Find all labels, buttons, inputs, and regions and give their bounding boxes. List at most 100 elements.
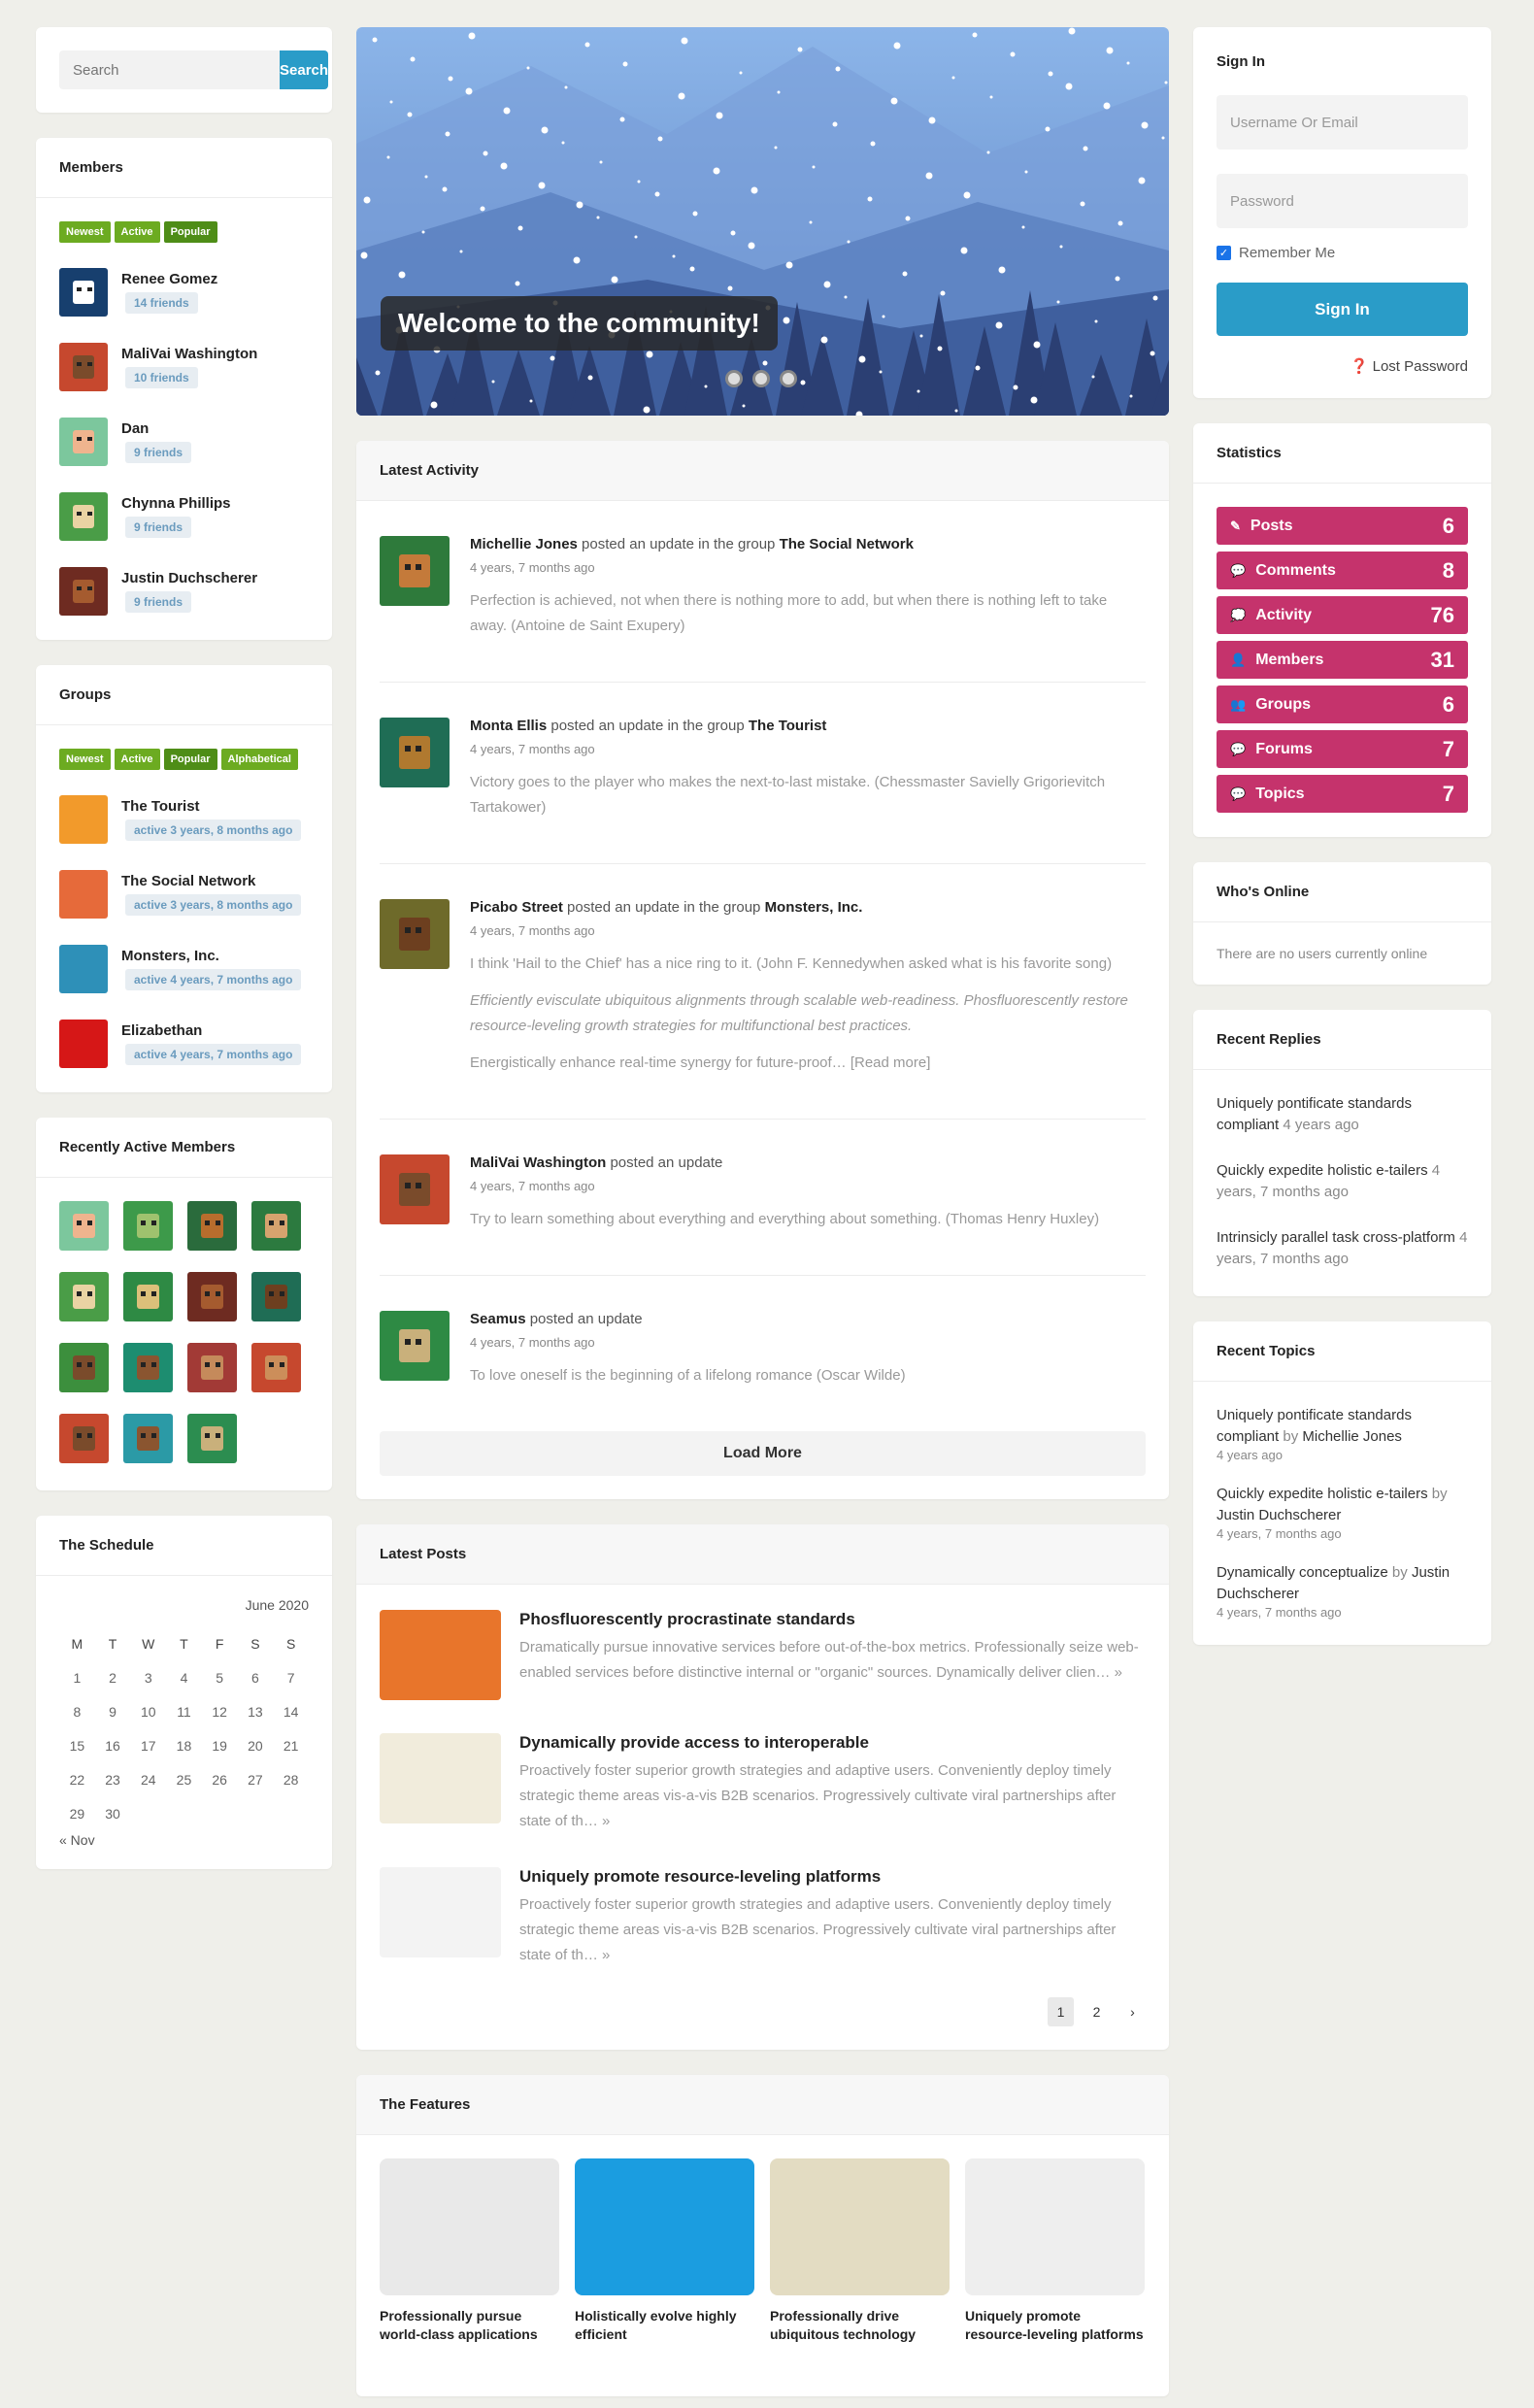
slider-dot-2[interactable] [752, 370, 770, 387]
avatar[interactable] [59, 267, 108, 317]
groups-tab-newest[interactable]: Newest [59, 749, 111, 770]
user-avatar[interactable] [380, 899, 450, 969]
groups-tab-popular[interactable]: Popular [163, 749, 217, 770]
post-title[interactable]: Dynamically provide access to interopera… [519, 1733, 1146, 1753]
avatar[interactable] [59, 342, 108, 391]
slider-dot-1[interactable] [725, 370, 743, 387]
activity-group-link[interactable]: The Tourist [749, 718, 827, 734]
member-avatar[interactable] [59, 1343, 109, 1392]
user-avatar[interactable] [380, 1154, 450, 1224]
feature-title[interactable]: Uniquely promote resource-leveling platf… [965, 2307, 1145, 2344]
signin-button[interactable]: Sign In [1217, 283, 1468, 336]
activity-group-link[interactable]: Monsters, Inc. [765, 899, 863, 916]
group-name[interactable]: Monsters, Inc. [121, 948, 301, 964]
member-avatar[interactable] [59, 1272, 109, 1321]
post-thumbnail[interactable] [380, 1610, 501, 1700]
feature-item[interactable]: Holistically evolve highly efficient [575, 2158, 754, 2344]
group-avatar[interactable] [59, 1019, 108, 1068]
feature-image[interactable] [770, 2158, 950, 2295]
member-avatar[interactable] [123, 1201, 173, 1251]
member-avatar[interactable] [251, 1343, 301, 1392]
group-name[interactable]: The Social Network [121, 873, 301, 889]
topic-link[interactable]: Dynamically conceptualize [1217, 1564, 1388, 1581]
page-2[interactable]: 2 [1084, 1997, 1110, 2026]
feature-title[interactable]: Professionally drive ubiquitous technolo… [770, 2307, 950, 2344]
groups-tab-alphabetical[interactable]: Alphabetical [220, 749, 298, 770]
user-avatar[interactable] [380, 1311, 450, 1381]
topic-author[interactable]: Justin Duchscherer [1217, 1507, 1341, 1523]
stat-members[interactable]: 👤 Members 31 [1217, 641, 1468, 679]
search-button[interactable]: Search [280, 50, 329, 89]
remember-checkbox[interactable]: ✓ [1217, 246, 1231, 260]
member-avatar[interactable] [123, 1343, 173, 1392]
member-avatar[interactable] [59, 1414, 109, 1463]
group-item[interactable]: Monsters, Inc. active 4 years, 7 months a… [59, 931, 309, 1006]
post-title[interactable]: Uniquely promote resource-leveling platf… [519, 1867, 1146, 1887]
member-name[interactable]: MaliVai Washington [121, 346, 257, 362]
stat-groups[interactable]: 👥 Groups 6 [1217, 686, 1468, 723]
group-name[interactable]: The Tourist [121, 798, 301, 815]
user-avatar[interactable] [380, 536, 450, 606]
activity-user-link[interactable]: Monta Ellis [470, 718, 547, 734]
feature-item[interactable]: Uniquely promote resource-leveling platf… [965, 2158, 1145, 2344]
slider-dot-3[interactable] [780, 370, 797, 387]
topic-author[interactable]: Michellie Jones [1302, 1428, 1402, 1445]
page-1[interactable]: 1 [1048, 1997, 1074, 2026]
reply-link[interactable]: Intrinsicly parallel task cross-platform [1217, 1229, 1455, 1246]
activity-user-link[interactable]: Michellie Jones [470, 536, 578, 552]
user-avatar[interactable] [380, 718, 450, 787]
password-field[interactable]: Password [1217, 174, 1468, 228]
post-title[interactable]: Phosfluorescently procrastinate standard… [519, 1610, 1146, 1629]
feature-item[interactable]: Professionally drive ubiquitous technolo… [770, 2158, 950, 2344]
group-avatar[interactable] [59, 869, 108, 919]
post-thumbnail[interactable] [380, 1733, 501, 1823]
stat-topics[interactable]: 💬 Topics 7 [1217, 775, 1468, 813]
avatar[interactable] [59, 491, 108, 541]
username-field[interactable]: Username Or Email [1217, 95, 1468, 150]
topic-link[interactable]: Quickly expedite holistic e-tailers [1217, 1486, 1428, 1502]
group-name[interactable]: Elizabethan [121, 1022, 301, 1039]
feature-title[interactable]: Holistically evolve highly efficient [575, 2307, 754, 2344]
member-avatar[interactable] [251, 1201, 301, 1251]
member-avatar[interactable] [187, 1201, 237, 1251]
feature-item[interactable]: Professionally pursue world-class applic… [380, 2158, 559, 2344]
member-avatar[interactable] [251, 1272, 301, 1321]
member-name[interactable]: Dan [121, 420, 191, 437]
groups-tab-active[interactable]: Active [114, 749, 160, 770]
stat-forums[interactable]: 💬 Forums 7 [1217, 730, 1468, 768]
member-name[interactable]: Renee Gomez [121, 271, 217, 287]
activity-user-link[interactable]: Seamus [470, 1311, 526, 1327]
group-item[interactable]: The Social Network active 3 years, 8 mont… [59, 856, 309, 931]
member-avatar[interactable] [123, 1414, 173, 1463]
activity-group-link[interactable]: The Social Network [780, 536, 914, 552]
load-more-button[interactable]: Load More [380, 1431, 1146, 1476]
member-item[interactable]: Renee Gomez 14 friends [59, 254, 309, 329]
avatar[interactable] [59, 417, 108, 466]
member-item[interactable]: Dan 9 friends [59, 404, 309, 479]
group-avatar[interactable] [59, 794, 108, 844]
calendar-prev-link[interactable]: « Nov [59, 1832, 309, 1848]
feature-image[interactable] [575, 2158, 754, 2295]
stat-posts[interactable]: ✎ Posts 6 [1217, 507, 1468, 545]
member-item[interactable]: Justin Duchscherer 9 friends [59, 553, 309, 628]
stat-comments[interactable]: 💬 Comments 8 [1217, 552, 1468, 589]
group-item[interactable]: Elizabethan active 4 years, 7 months ago [59, 1006, 309, 1081]
group-avatar[interactable] [59, 944, 108, 993]
feature-image[interactable] [965, 2158, 1145, 2295]
stat-activity[interactable]: 💭 Activity 76 [1217, 596, 1468, 634]
member-avatar[interactable] [123, 1272, 173, 1321]
reply-link[interactable]: Quickly expedite holistic e-tailers [1217, 1162, 1428, 1179]
search-input[interactable] [59, 50, 280, 89]
member-avatar[interactable] [187, 1272, 237, 1321]
members-tab-newest[interactable]: Newest [59, 221, 111, 243]
next-page[interactable]: › [1119, 1997, 1146, 2026]
member-avatar[interactable] [187, 1343, 237, 1392]
feature-image[interactable] [380, 2158, 559, 2295]
activity-user-link[interactable]: Picabo Street [470, 899, 563, 916]
member-item[interactable]: Chynna Phillips 9 friends [59, 479, 309, 553]
feature-title[interactable]: Professionally pursue world-class applic… [380, 2307, 559, 2344]
lost-password-link[interactable]: ❓ Lost Password [1217, 357, 1468, 375]
member-avatar[interactable] [187, 1414, 237, 1463]
member-name[interactable]: Justin Duchscherer [121, 570, 257, 586]
members-tab-popular[interactable]: Popular [163, 221, 217, 243]
